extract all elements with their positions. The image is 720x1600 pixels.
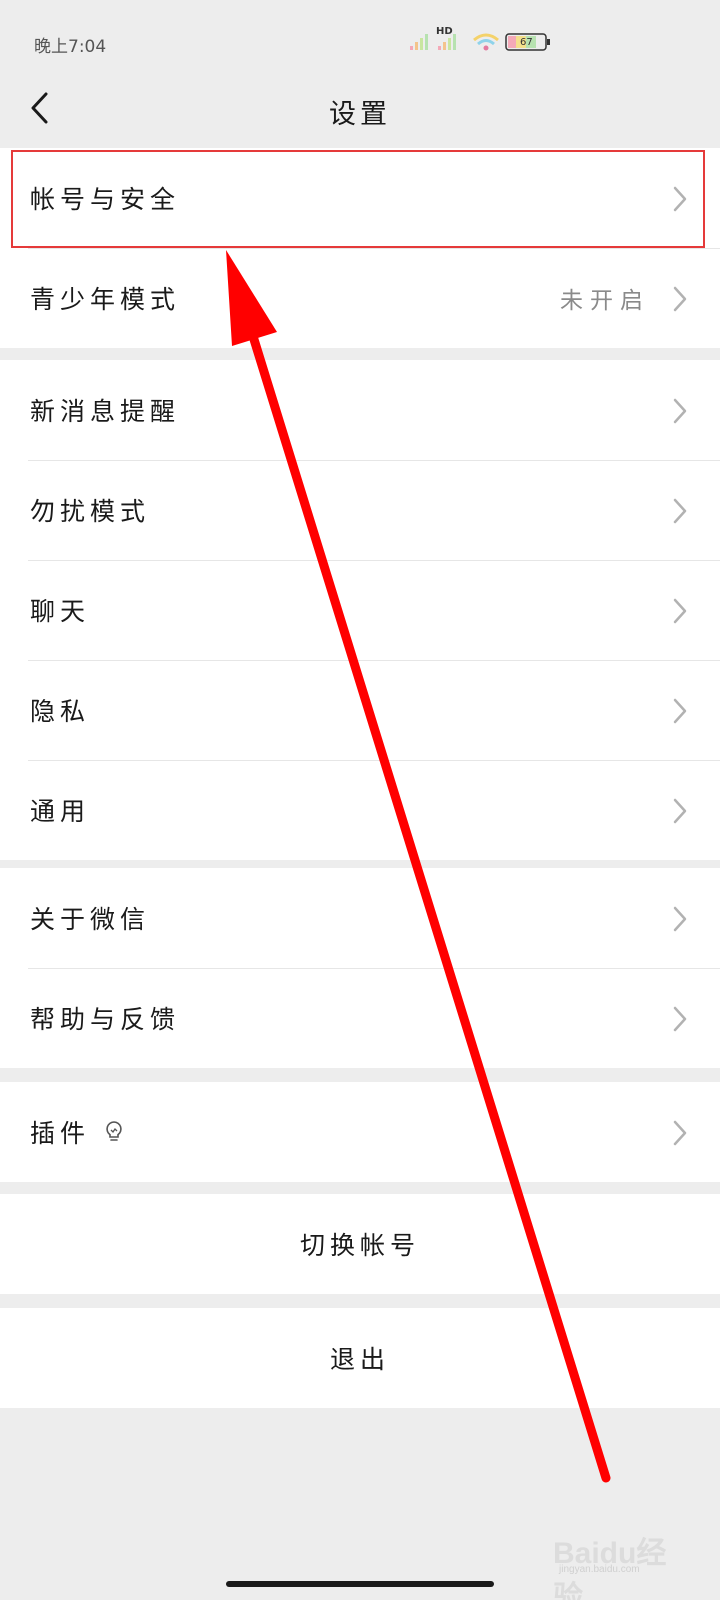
settings-item-notifications[interactable]: 新消息提醒: [0, 360, 720, 460]
status-bar: 晚上7:04 HD 67: [0, 0, 720, 76]
logout-label: 退出: [329, 1345, 390, 1374]
settings-item-label: 青少年模式: [30, 285, 181, 314]
chevron-right-icon: [673, 698, 687, 724]
settings-item-help-feedback[interactable]: 帮助与反馈: [0, 968, 720, 1068]
settings-group-general: 新消息提醒 勿扰模式 聊天 隐私 通用: [0, 360, 720, 860]
battery-level: 67: [520, 37, 533, 48]
settings-item-label: 聊天: [30, 597, 91, 626]
page-title: 设置: [329, 99, 391, 130]
settings-item-about-wechat[interactable]: 关于微信: [0, 868, 720, 968]
youth-mode-status: 未开启: [560, 288, 650, 314]
settings-item-label: 新消息提醒: [30, 397, 181, 426]
chevron-right-icon: [673, 598, 687, 624]
switch-account-label: 切换帐号: [299, 1231, 420, 1260]
chevron-right-icon: [673, 906, 687, 932]
chevron-right-icon: [673, 1120, 687, 1146]
settings-item-general[interactable]: 通用: [0, 760, 720, 860]
chevron-right-icon: [673, 1006, 687, 1032]
chevron-right-icon: [673, 498, 687, 524]
settings-item-label: 通用: [30, 797, 91, 826]
settings-item-label: 隐私: [30, 697, 91, 726]
status-time: 晚上7:04: [34, 37, 107, 57]
status-icons: HD 67: [410, 26, 570, 58]
settings-item-youth-mode[interactable]: 青少年模式 未开启: [0, 248, 720, 348]
settings-item-privacy[interactable]: 隐私: [0, 660, 720, 760]
settings-item-label: 关于微信: [30, 905, 151, 934]
network-type: HD: [436, 26, 453, 37]
settings-item-do-not-disturb[interactable]: 勿扰模式: [0, 460, 720, 560]
settings-item-label: 勿扰模式: [30, 497, 151, 526]
watermark-url: jingyan.baidu.com: [559, 1564, 640, 1575]
logout-group: 退出: [0, 1308, 720, 1408]
lightbulb-icon: [106, 1121, 122, 1141]
settings-group-about: 关于微信 帮助与反馈: [0, 868, 720, 1068]
nav-bar: 设置: [0, 76, 720, 146]
switch-account-group: 切换帐号: [0, 1194, 720, 1294]
settings-item-plugins[interactable]: 插件: [0, 1082, 720, 1182]
settings-item-label: 帮助与反馈: [30, 1005, 181, 1034]
switch-account-button[interactable]: 切换帐号: [0, 1194, 720, 1294]
settings-group-plugins: 插件: [0, 1082, 720, 1182]
settings-item-label: 插件: [30, 1119, 91, 1148]
highlight-box: [11, 150, 705, 248]
home-indicator[interactable]: [226, 1581, 494, 1587]
baidu-watermark: Baidu经验 jingyan.baidu.com: [553, 1520, 693, 1600]
chevron-right-icon: [673, 398, 687, 424]
chevron-right-icon: [673, 798, 687, 824]
logout-button[interactable]: 退出: [0, 1308, 720, 1408]
settings-item-chat[interactable]: 聊天: [0, 560, 720, 660]
chevron-right-icon: [673, 286, 687, 312]
signal-icon: [410, 33, 550, 51]
